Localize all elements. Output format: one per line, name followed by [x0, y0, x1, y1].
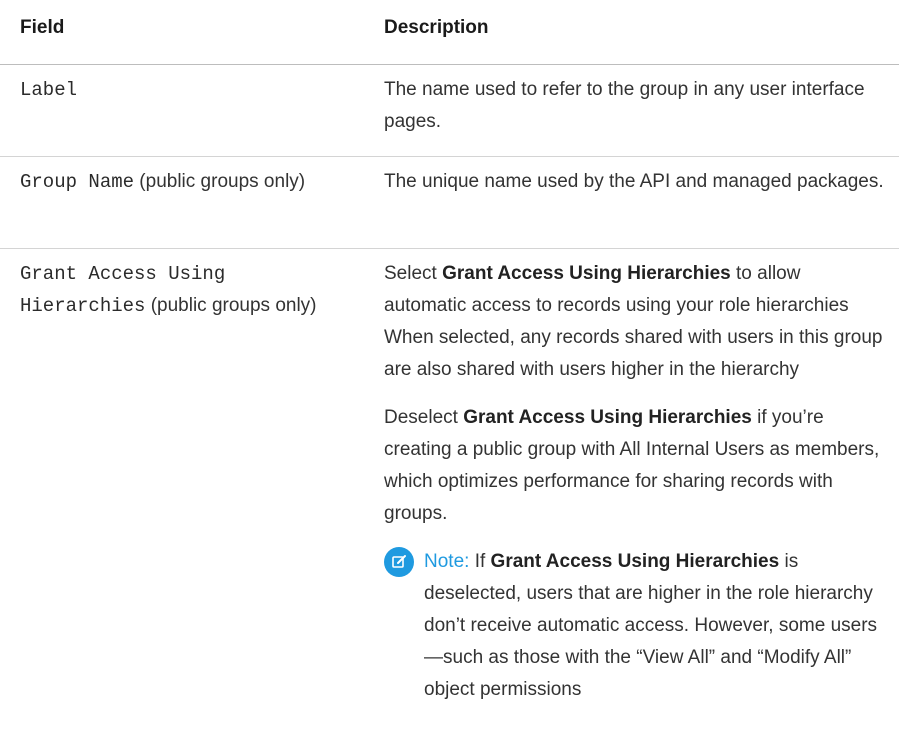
para-text: Select: [384, 263, 443, 284]
field-code: Group Name: [20, 171, 135, 193]
field-suffix: (public groups only): [145, 295, 317, 316]
note-text-part: is deselected, users that are higher in …: [424, 551, 878, 700]
note-edit-icon: [384, 547, 414, 577]
note-text-part: If: [469, 551, 491, 572]
setting-name-bold: Grant Access Using Hierarchies: [463, 407, 752, 428]
table-header-row: Field Description: [0, 0, 899, 65]
field-code-line2: Hierarchies: [20, 295, 146, 317]
field-cell: Label: [0, 65, 376, 156]
table-row: Grant Access Using Hierarchies (public gr…: [0, 249, 899, 731]
field-description-table: Field Description Label The name used to…: [0, 0, 899, 731]
note-label: Note:: [424, 551, 470, 572]
table-row: Group Name (public groups only) The uniq…: [0, 157, 899, 249]
field-cell: Grant Access Using Hierarchies (public gr…: [0, 249, 376, 731]
header-description: Description: [384, 17, 489, 38]
description-cell: The unique name used by the API and mana…: [384, 171, 884, 192]
field-suffix: (public groups only): [134, 171, 306, 192]
note-callout: Note: If Grant Access Using Hierarchies …: [384, 546, 887, 706]
para-text: Deselect: [384, 407, 464, 428]
setting-name-bold: Grant Access Using Hierarchies: [442, 263, 731, 284]
description-cell: Select Grant Access Using Hierarchies to…: [376, 249, 899, 731]
field-cell: Group Name (public groups only): [0, 157, 376, 248]
field-code: Label: [20, 79, 78, 101]
table-row: Label The name used to refer to the grou…: [0, 65, 899, 157]
field-code-line1: Grant Access Using: [20, 263, 226, 285]
note-text: Note: If Grant Access Using Hierarchies …: [424, 546, 887, 706]
setting-name-bold: Grant Access Using Hierarchies: [490, 551, 780, 572]
description-paragraph-deselect: Deselect Grant Access Using Hierarchies …: [384, 402, 887, 530]
description-paragraph-select: Select Grant Access Using Hierarchies to…: [384, 258, 887, 386]
description-cell: The name used to refer to the group in a…: [384, 79, 865, 132]
header-field: Field: [20, 17, 65, 38]
